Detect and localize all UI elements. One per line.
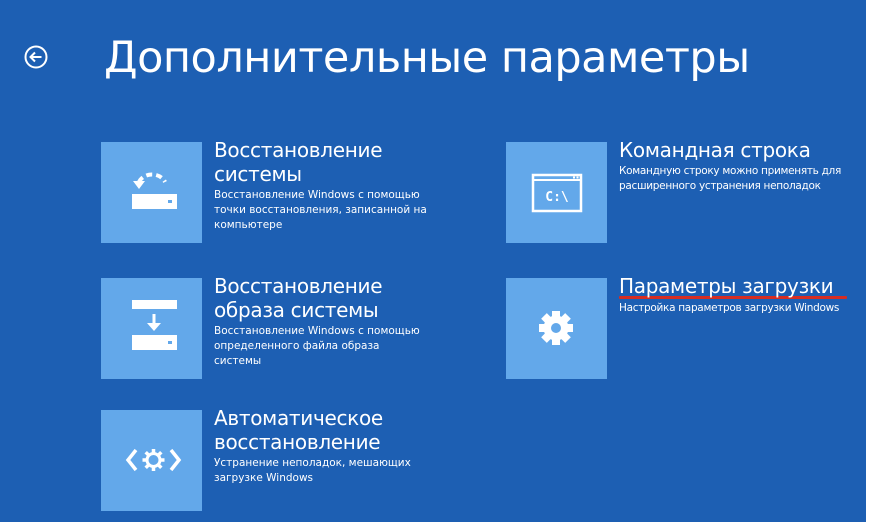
option-text: Восстановление образа системы Восстановл… [214,274,449,369]
option-title: системы [214,162,302,186]
recovery-screen: Дополнительные параметры Восстановление … [0,0,866,522]
option-text: Автоматическое восстановление Устранение… [214,406,449,486]
back-arrow-icon [24,45,48,69]
option-text: Командная строка Командную строку можно … [619,138,866,194]
option-title: Командная строка [619,138,811,162]
option-description: Восстановление Windows с помощью определ… [214,325,420,367]
option-text: Восстановление системы Восстановление Wi… [214,138,449,233]
option-tile [506,278,607,379]
option-title: Автоматическое [214,406,383,430]
option-tile: C:\ [506,142,607,243]
option-description: Восстановление Windows с помощью точки в… [214,189,427,231]
option-tile [101,410,202,511]
page-title: Дополнительные параметры [104,33,750,83]
system-restore-icon [132,172,177,209]
option-tile [101,142,202,243]
option-title: образа системы [214,298,379,322]
automatic-repair-icon [125,448,182,472]
option-text: Параметры загрузки Настройка параметров … [619,274,866,316]
command-prompt-icon-text: C:\ [545,190,569,205]
option-description: Настройка параметров загрузки Windows [619,302,840,314]
option-title: Восстановление [214,138,383,162]
back-button[interactable] [24,45,48,69]
option-tile [101,278,202,379]
gear-icon [539,311,573,345]
system-image-recovery-icon [132,300,177,350]
option-description: Командную строку можно применять для рас… [619,165,841,192]
option-description: Устранение неполадок, мешающих загрузке … [214,457,411,484]
option-title: Параметры загрузки [619,274,834,298]
command-prompt-icon: C:\ [531,173,583,213]
option-title: восстановление [214,430,381,454]
option-title: Восстановление [214,274,383,298]
